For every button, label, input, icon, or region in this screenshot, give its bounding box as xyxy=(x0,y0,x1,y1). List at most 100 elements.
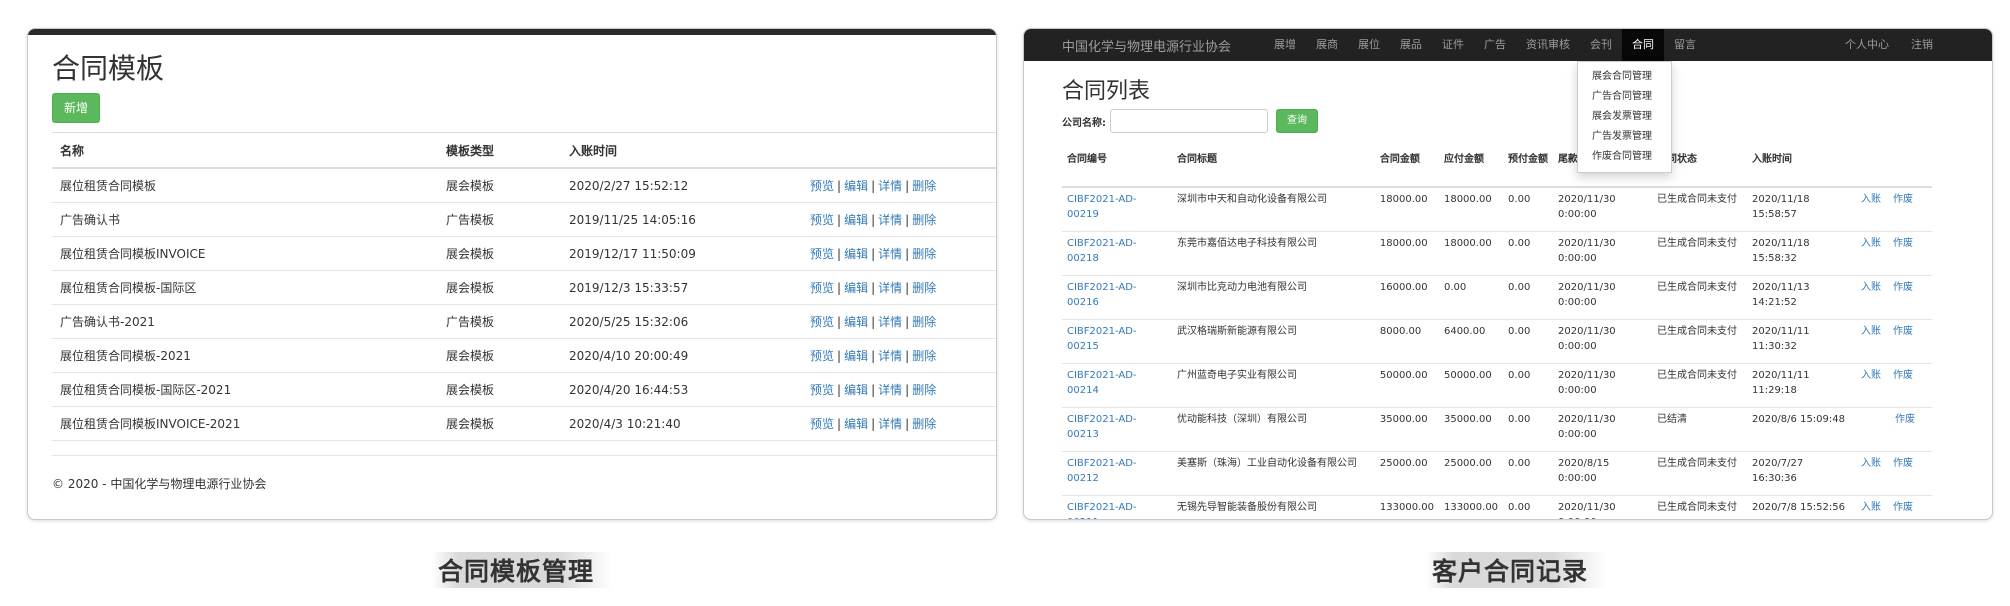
details-link[interactable]: 详情 xyxy=(878,417,902,431)
action-separator: | xyxy=(905,349,910,363)
delete-link[interactable]: 删除 xyxy=(912,281,936,295)
table-row: CIBF2021-AD-00216 深圳市比克动力电池有限公司 16000.00 0.… xyxy=(1062,275,1932,320)
void-link[interactable]: 作废 xyxy=(1893,282,1913,293)
search-label: 公司名称: xyxy=(1062,117,1106,129)
column-header-time: 入账时间 xyxy=(1746,146,1856,188)
action-separator: | xyxy=(837,281,842,295)
nav-item[interactable]: 会刊 xyxy=(1580,29,1622,61)
post-link[interactable]: 入账 xyxy=(1861,326,1881,337)
due-date: 2020/8/15 0:00:00 xyxy=(1553,451,1653,496)
edit-link[interactable]: 编辑 xyxy=(844,179,868,193)
column-header-actions xyxy=(802,132,996,169)
contract-no-link[interactable]: CIBF2021-AD-00214 xyxy=(1067,370,1137,396)
edit-link[interactable]: 编辑 xyxy=(844,213,868,227)
preview-link[interactable]: 预览 xyxy=(810,179,834,193)
edit-link[interactable]: 编辑 xyxy=(844,349,868,363)
contract-no-link[interactable]: CIBF2021-AD-00216 xyxy=(1067,282,1137,308)
delete-link[interactable]: 删除 xyxy=(912,315,936,329)
post-link[interactable]: 入账 xyxy=(1861,282,1881,293)
details-link[interactable]: 详情 xyxy=(878,281,902,295)
nav-profile[interactable]: 个人中心 xyxy=(1834,29,1900,61)
nav-item[interactable]: 展商 xyxy=(1306,29,1348,61)
dropdown-item[interactable]: 作废合同管理 xyxy=(1578,147,1671,167)
nav-logout[interactable]: 注销 xyxy=(1900,29,1944,61)
void-link[interactable]: 作废 xyxy=(1895,414,1915,425)
dropdown-item[interactable]: 展会合同管理 xyxy=(1578,67,1671,87)
template-time: 2020/4/20 16:44:53 xyxy=(561,372,802,407)
contract-no-link[interactable]: CIBF2021-AD-00218 xyxy=(1067,238,1137,264)
edit-link[interactable]: 编辑 xyxy=(844,417,868,431)
preview-link[interactable]: 预览 xyxy=(810,349,834,363)
company-search-input[interactable] xyxy=(1110,109,1268,133)
brand-link[interactable]: 中国化学与物理电源行业协会 xyxy=(1062,36,1231,55)
details-link[interactable]: 详情 xyxy=(878,315,902,329)
details-link[interactable]: 详情 xyxy=(878,383,902,397)
nav-item[interactable]: 留言 xyxy=(1664,29,1706,61)
contract-no-link[interactable]: CIBF2021-AD-00211 xyxy=(1067,502,1137,519)
post-link[interactable]: 入账 xyxy=(1861,370,1881,381)
query-button[interactable]: 查询 xyxy=(1276,109,1318,133)
contract-no-link[interactable]: CIBF2021-AD-00212 xyxy=(1067,458,1137,484)
nav-item[interactable]: 展品 xyxy=(1390,29,1432,61)
dropdown-item[interactable]: 展会发票管理 xyxy=(1578,107,1671,127)
edit-link[interactable]: 编辑 xyxy=(844,247,868,261)
details-link[interactable]: 详情 xyxy=(878,247,902,261)
nav-item[interactable]: 展增 xyxy=(1264,29,1306,61)
dropdown-item[interactable]: 广告合同管理 xyxy=(1578,87,1671,107)
row-actions: 预览 | 编辑 | 详情 | 删除 xyxy=(802,372,996,407)
preview-link[interactable]: 预览 xyxy=(810,213,834,227)
contract-amount: 18000.00 xyxy=(1374,231,1439,276)
void-link[interactable]: 作废 xyxy=(1893,458,1913,469)
post-link[interactable]: 入账 xyxy=(1861,458,1881,469)
preview-link[interactable]: 预览 xyxy=(810,383,834,397)
nav-item[interactable]: 广告 xyxy=(1474,29,1516,61)
entry-time: 2020/7/27 16:30:36 xyxy=(1746,451,1856,496)
add-template-button[interactable]: 新增 xyxy=(52,93,101,123)
contract-no-cell: CIBF2021-AD-00214 xyxy=(1062,363,1172,408)
edit-link[interactable]: 编辑 xyxy=(844,383,868,397)
edit-link[interactable]: 编辑 xyxy=(844,281,868,295)
prepaid-amount: 0.00 xyxy=(1503,495,1554,519)
due-date: 2020/11/30 0:00:00 xyxy=(1553,275,1653,320)
delete-link[interactable]: 删除 xyxy=(912,213,936,227)
preview-link[interactable]: 预览 xyxy=(810,281,834,295)
column-header-title: 合同标题 xyxy=(1171,146,1375,188)
delete-link[interactable]: 删除 xyxy=(912,349,936,363)
nav-item[interactable]: 合同 xyxy=(1622,29,1664,61)
preview-link[interactable]: 预览 xyxy=(810,417,834,431)
contract-status: 已生成合同未支付 xyxy=(1652,495,1747,519)
post-link[interactable]: 入账 xyxy=(1861,194,1881,205)
preview-link[interactable]: 预览 xyxy=(810,315,834,329)
contract-amount: 50000.00 xyxy=(1374,363,1439,408)
void-link[interactable]: 作废 xyxy=(1893,238,1913,249)
details-link[interactable]: 详情 xyxy=(878,213,902,227)
details-link[interactable]: 详情 xyxy=(878,179,902,193)
delete-link[interactable]: 删除 xyxy=(912,247,936,261)
details-link[interactable]: 详情 xyxy=(878,349,902,363)
preview-link[interactable]: 预览 xyxy=(810,247,834,261)
table-header-row: 名称 模板类型 入账时间 xyxy=(52,132,996,169)
dropdown-item[interactable]: 广告发票管理 xyxy=(1578,127,1671,147)
template-name: 广告确认书-2021 xyxy=(52,304,438,339)
void-link[interactable]: 作废 xyxy=(1893,502,1913,513)
edit-link[interactable]: 编辑 xyxy=(844,315,868,329)
delete-link[interactable]: 删除 xyxy=(912,179,936,193)
contract-no-link[interactable]: CIBF2021-AD-00215 xyxy=(1067,326,1137,352)
template-type: 展会模板 xyxy=(438,168,561,203)
void-link[interactable]: 作废 xyxy=(1893,326,1913,337)
contract-no-link[interactable]: CIBF2021-AD-00213 xyxy=(1067,414,1137,440)
void-link[interactable]: 作废 xyxy=(1893,370,1913,381)
nav-item[interactable]: 展位 xyxy=(1348,29,1390,61)
post-link[interactable]: 入账 xyxy=(1861,238,1881,249)
void-link[interactable]: 作废 xyxy=(1893,194,1913,205)
contract-no-link[interactable]: CIBF2021-AD-00219 xyxy=(1067,194,1137,220)
contract-title: 武汉格瑞斯新能源有限公司 xyxy=(1171,319,1375,364)
nav-item[interactable]: 资讯审核 xyxy=(1516,29,1580,61)
delete-link[interactable]: 删除 xyxy=(912,383,936,397)
action-separator: | xyxy=(837,213,842,227)
nav-item[interactable]: 证件 xyxy=(1432,29,1474,61)
post-link[interactable]: 入账 xyxy=(1861,502,1881,513)
template-type: 展会模板 xyxy=(438,270,561,305)
delete-link[interactable]: 删除 xyxy=(912,417,936,431)
payable-amount: 18000.00 xyxy=(1438,187,1504,232)
